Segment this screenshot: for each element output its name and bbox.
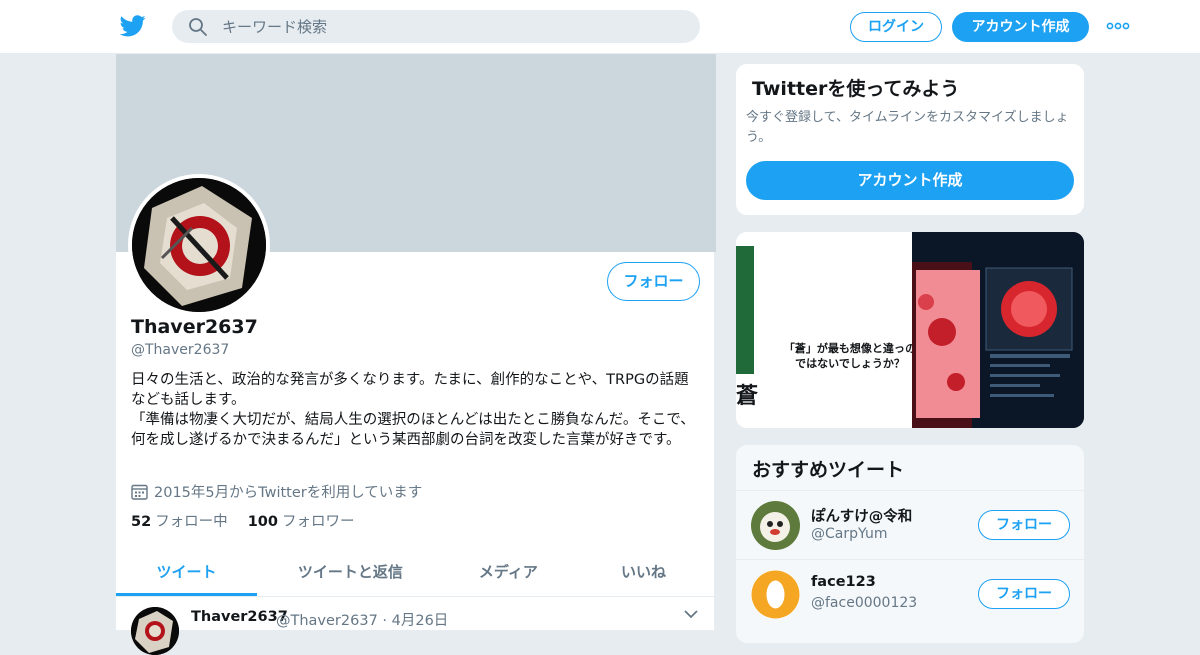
- tab-likes[interactable]: いいね: [573, 550, 714, 596]
- profile-stats: 52 フォロー中 100 フォロワー: [131, 510, 354, 531]
- rec-name[interactable]: ぽんすけ@令和: [811, 505, 912, 526]
- avatar-image: [132, 178, 266, 312]
- following-label: フォロー中: [155, 514, 228, 530]
- tab-media[interactable]: メディア: [444, 550, 573, 596]
- media-green-bar: [736, 246, 754, 374]
- media-image-right: [912, 232, 1084, 428]
- tweet-author-name[interactable]: Thaver2637: [191, 609, 288, 625]
- media-quote-text: 「蒼」が最も想像と違っのではないでしょうか？: [783, 342, 917, 370]
- rec-follow-button[interactable]: フォロー: [978, 579, 1070, 609]
- login-button[interactable]: ログイン: [850, 12, 942, 42]
- profile-avatar[interactable]: [128, 174, 270, 316]
- search-bar[interactable]: [172, 10, 700, 43]
- tweet-item[interactable]: Thaver2637 @Thaver2637 · 4月26日: [116, 597, 714, 655]
- profile-name: Thaver2637: [131, 316, 258, 338]
- profile-column: フォロー Thaver2637 @Thaver2637 日々の生活と、政治的な発…: [115, 54, 716, 655]
- rec-handle: @face0000123: [811, 595, 918, 611]
- tweet-meta: @Thaver2637 · 4月26日: [276, 613, 449, 629]
- joined-date: 2015年5月からTwitterを利用しています: [131, 481, 422, 502]
- recommended-tweets-card: おすすめツイート ぽんすけ@令和 @CarpYum フォロー face123 @…: [735, 444, 1085, 644]
- list-item[interactable]: face123 @face0000123 フォロー: [736, 559, 1084, 628]
- joined-text: 2015年5月からTwitterを利用しています: [154, 485, 423, 501]
- signup-card-description: 今すぐ登録して、タイムラインをカスタマイズしましょう。: [746, 110, 1069, 145]
- media-kanji-text: 蒼: [736, 384, 759, 409]
- rec-avatar[interactable]: [751, 570, 800, 619]
- signup-card-title: Twitterを使ってみよう: [752, 78, 960, 100]
- follow-button[interactable]: フォロー: [607, 262, 700, 301]
- rec-avatar-image: [751, 501, 800, 550]
- following-count: 52: [131, 514, 152, 530]
- followers-count: 100: [247, 514, 278, 530]
- followers-stat[interactable]: 100 フォロワー: [248, 510, 355, 531]
- tab-tweets-replies[interactable]: ツイートと返信: [257, 550, 444, 596]
- search-input[interactable]: [222, 10, 682, 43]
- chevron-down-icon[interactable]: [684, 609, 698, 619]
- signup-card: Twitterを使ってみよう 今すぐ登録して、タイムラインをカスタマイズしましょ…: [735, 63, 1085, 216]
- media-image-left: 蒼 「蒼」が最も想像と違っのではないでしょうか？: [736, 232, 916, 428]
- followers-label: フォロワー: [281, 514, 355, 530]
- signup-card-button[interactable]: アカウント作成: [746, 161, 1074, 200]
- profile-bio: 日々の生活と、政治的な発言が多くなります。たまに、創作的なことや、TRPGの話題…: [131, 372, 695, 448]
- rec-avatar-image: [751, 570, 800, 619]
- recommendations-title: おすすめツイート: [752, 459, 905, 481]
- tab-tweets[interactable]: ツイート: [116, 550, 258, 596]
- tweet-avatar-image: [131, 607, 179, 655]
- calendar-icon: [131, 484, 148, 500]
- profile-handle: @Thaver2637: [131, 342, 230, 358]
- rec-handle: @CarpYum: [811, 526, 888, 542]
- twitter-bird-icon[interactable]: [120, 14, 146, 38]
- rec-avatar[interactable]: [751, 501, 800, 550]
- tweet-avatar[interactable]: [131, 607, 179, 655]
- search-icon: [189, 18, 207, 36]
- list-item[interactable]: ぽんすけ@令和 @CarpYum フォロー: [736, 490, 1084, 559]
- rec-follow-button[interactable]: フォロー: [978, 510, 1070, 540]
- more-options-icon[interactable]: [1106, 18, 1130, 34]
- profile-tabs: ツイート ツイートと返信 メディア いいね: [116, 550, 714, 597]
- rec-name[interactable]: face123: [811, 574, 876, 590]
- following-stat[interactable]: 52 フォロー中: [131, 510, 228, 531]
- signup-button[interactable]: アカウント作成: [952, 12, 1089, 42]
- media-preview-card[interactable]: 蒼 「蒼」が最も想像と違っのではないでしょうか？: [735, 231, 1085, 429]
- top-navigation-bar: ログイン アカウント作成: [0, 0, 1200, 54]
- media-virus-image: [912, 232, 1084, 428]
